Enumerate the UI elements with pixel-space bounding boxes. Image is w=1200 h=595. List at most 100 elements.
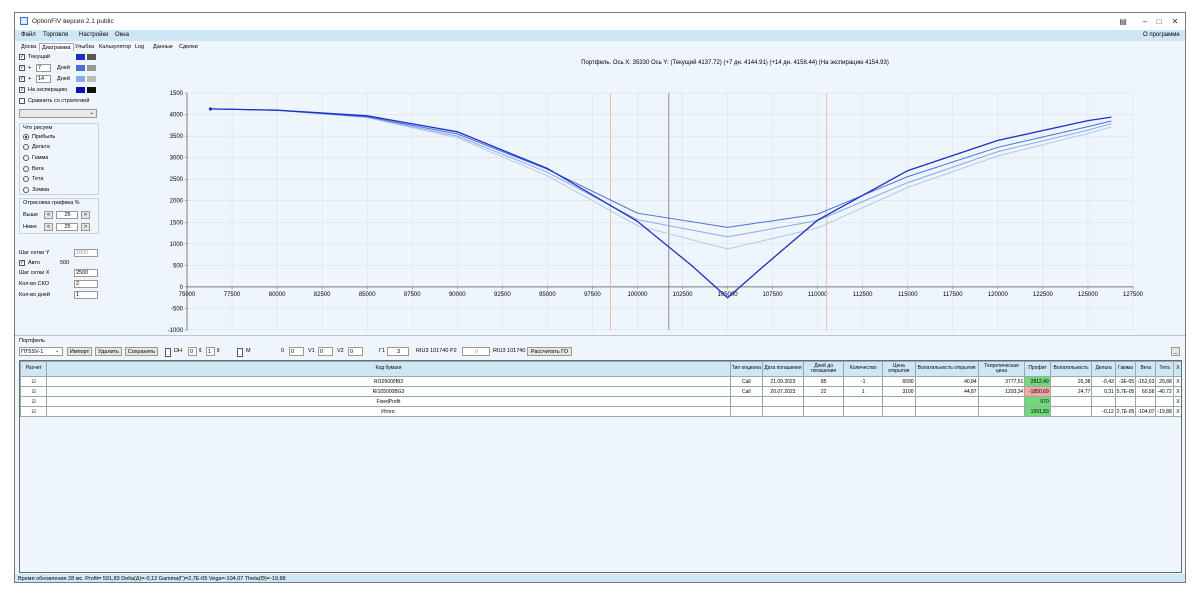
tab-smile[interactable]: Улыбка <box>73 43 96 51</box>
radio-gamma-icon[interactable] <box>23 155 29 161</box>
current-color-swatch-2[interactable] <box>87 54 96 60</box>
zero-input[interactable]: 0 <box>289 347 304 356</box>
menu-windows[interactable]: Окна <box>115 32 129 38</box>
above-decrease-button[interactable]: < <box>44 211 53 219</box>
col-type[interactable]: Тип опциона <box>729 361 764 377</box>
row-calc-checkbox[interactable]: ☑ <box>20 386 48 397</box>
radio-theta-icon[interactable] <box>23 176 29 182</box>
compare-checkbox[interactable] <box>19 98 25 104</box>
delete-button[interactable]: Удалить <box>95 347 122 356</box>
col-code[interactable]: Код бумаги <box>46 361 731 377</box>
row-remove-button[interactable]: X <box>1172 386 1181 397</box>
radio-delta[interactable]: Дельта <box>23 143 93 152</box>
table-row[interactable]: ☑ Итого: 1591,83 -0,12 2,7E-05 -104,07 -19,88 X <box>20 406 1181 417</box>
import-button[interactable]: Импорт <box>67 347 92 356</box>
col-vega[interactable]: Вега <box>1135 361 1157 377</box>
row-theta: 29,88 <box>1155 376 1174 387</box>
g1-input[interactable]: 3 <box>387 347 409 356</box>
col-delta[interactable]: Дельта <box>1091 361 1116 377</box>
col-open-price[interactable]: Цена открытия <box>882 361 916 377</box>
radio-profit[interactable]: Прибыль <box>23 133 93 142</box>
row-calc-checkbox[interactable]: ☑ <box>20 406 48 417</box>
plus14-color-swatch[interactable] <box>76 76 85 82</box>
tab-calculator[interactable]: Калькулятор <box>97 43 133 51</box>
panel-splitter[interactable] <box>15 335 1185 336</box>
col-profit[interactable]: Профит <box>1024 361 1051 377</box>
row-remove-button[interactable]: X <box>1172 376 1181 387</box>
menu-settings[interactable]: Настройки <box>79 32 108 38</box>
below-decrease-button[interactable]: < <box>44 223 53 231</box>
sko-input[interactable]: 2 <box>74 280 98 288</box>
tab-log[interactable]: Log <box>133 43 146 51</box>
days-input[interactable]: 1 <box>74 291 98 299</box>
radio-vega-icon[interactable] <box>23 166 29 172</box>
plus14-days-input[interactable]: 14 <box>36 75 51 83</box>
current-color-swatch[interactable] <box>76 54 85 60</box>
radio-zomma-icon[interactable] <box>23 187 29 193</box>
monitor-icon[interactable]: ▤ <box>1113 16 1133 27</box>
plus7-color-swatch[interactable] <box>76 65 85 71</box>
below-input[interactable]: 25 <box>56 223 78 231</box>
expiry-row: ✓ На экспирацию <box>19 86 103 95</box>
radio-zomma[interactable]: Зомма <box>23 186 93 195</box>
plus7-checkbox[interactable]: ✓ <box>19 65 25 71</box>
col-open-vol[interactable]: Волатильность открытия <box>914 361 979 377</box>
calc-margin-button[interactable]: Рассчитать ГО <box>527 347 572 356</box>
v1-input[interactable]: 0 <box>318 347 333 356</box>
plus14-color-swatch-2[interactable] <box>87 76 96 82</box>
dh-input-2[interactable]: 1 <box>206 347 215 356</box>
p2-input[interactable]: 0 <box>462 347 490 356</box>
plus7-color-swatch-2[interactable] <box>87 65 96 71</box>
row-calc-checkbox[interactable]: ☑ <box>20 376 48 387</box>
tab-diagram[interactable]: Диаграмма <box>39 43 74 51</box>
col-theta[interactable]: Тета <box>1155 361 1174 377</box>
close-button[interactable]: ✕ <box>1165 16 1185 27</box>
save-button[interactable]: Сохранить <box>125 347 158 356</box>
radio-vega[interactable]: Вега <box>23 165 93 174</box>
v2-input[interactable]: 0 <box>348 347 363 356</box>
grid-x-input[interactable]: 2500 <box>74 269 98 277</box>
table-row[interactable]: ☑ RI105000BG3 Call 20.07.2023 22 1 3100 44,87 12… <box>20 386 1181 397</box>
expiry-color-swatch-2[interactable] <box>87 87 96 93</box>
table-row[interactable]: ☑ RI105000BI3 Call 21.09.2023 85 -1 6590 40,84 3… <box>20 376 1181 387</box>
below-increase-button[interactable]: > <box>81 223 90 231</box>
plus14-checkbox[interactable]: ✓ <box>19 76 25 82</box>
dh-input-1[interactable]: 0 <box>188 347 197 356</box>
tab-board[interactable]: Доска <box>19 43 38 51</box>
tab-data[interactable]: Данные <box>151 43 175 51</box>
row-remove-button[interactable]: X <box>1172 406 1181 417</box>
col-calc[interactable]: Расчет <box>20 361 48 377</box>
col-theo-price[interactable]: Теоретическая цена <box>977 361 1026 377</box>
col-gamma[interactable]: Гамма <box>1114 361 1137 377</box>
radio-theta[interactable]: Тета <box>23 175 93 184</box>
col-date[interactable]: Дата погашения <box>762 361 804 377</box>
collapse-button[interactable]: _ <box>1171 347 1180 356</box>
col-qty[interactable]: Количество <box>843 361 884 377</box>
above-increase-button[interactable]: > <box>81 211 90 219</box>
col-vol[interactable]: Волатильность <box>1049 361 1093 377</box>
col-remove[interactable]: X <box>1172 361 1181 377</box>
strategy-select[interactable]: ⌄ <box>19 109 97 118</box>
grid-y-input[interactable]: 1000 <box>74 249 98 257</box>
stepper-icon[interactable]: ⇕ <box>198 347 203 356</box>
m-checkbox[interactable] <box>237 348 243 357</box>
dh-checkbox[interactable] <box>165 348 171 357</box>
col-days[interactable]: Дней до погашения <box>802 361 845 377</box>
expiry-checkbox[interactable]: ✓ <box>19 87 25 93</box>
radio-delta-icon[interactable] <box>23 144 29 150</box>
plus7-days-input[interactable]: 7 <box>36 64 51 72</box>
above-input[interactable]: 25 <box>56 211 78 219</box>
radio-profit-icon[interactable] <box>23 134 29 140</box>
menu-about[interactable]: О программе <box>1143 32 1180 38</box>
radio-gamma[interactable]: Гамма <box>23 154 93 163</box>
current-checkbox[interactable]: ✓ <box>19 54 25 60</box>
auto-checkbox[interactable]: ✓ <box>19 260 25 266</box>
table-row[interactable]: ☑ FixedProfit 570 X <box>20 396 1181 407</box>
row-calc-checkbox[interactable]: ☑ <box>20 396 48 407</box>
expiry-color-swatch[interactable] <box>76 87 85 93</box>
stepper-icon-2[interactable]: ⇕ <box>216 347 221 356</box>
row-remove-button[interactable]: X <box>1172 396 1181 407</box>
menu-file[interactable]: Файл <box>21 32 36 38</box>
menu-trading[interactable]: Торговля <box>43 32 68 38</box>
tab-deals[interactable]: Сделки <box>177 43 200 51</box>
